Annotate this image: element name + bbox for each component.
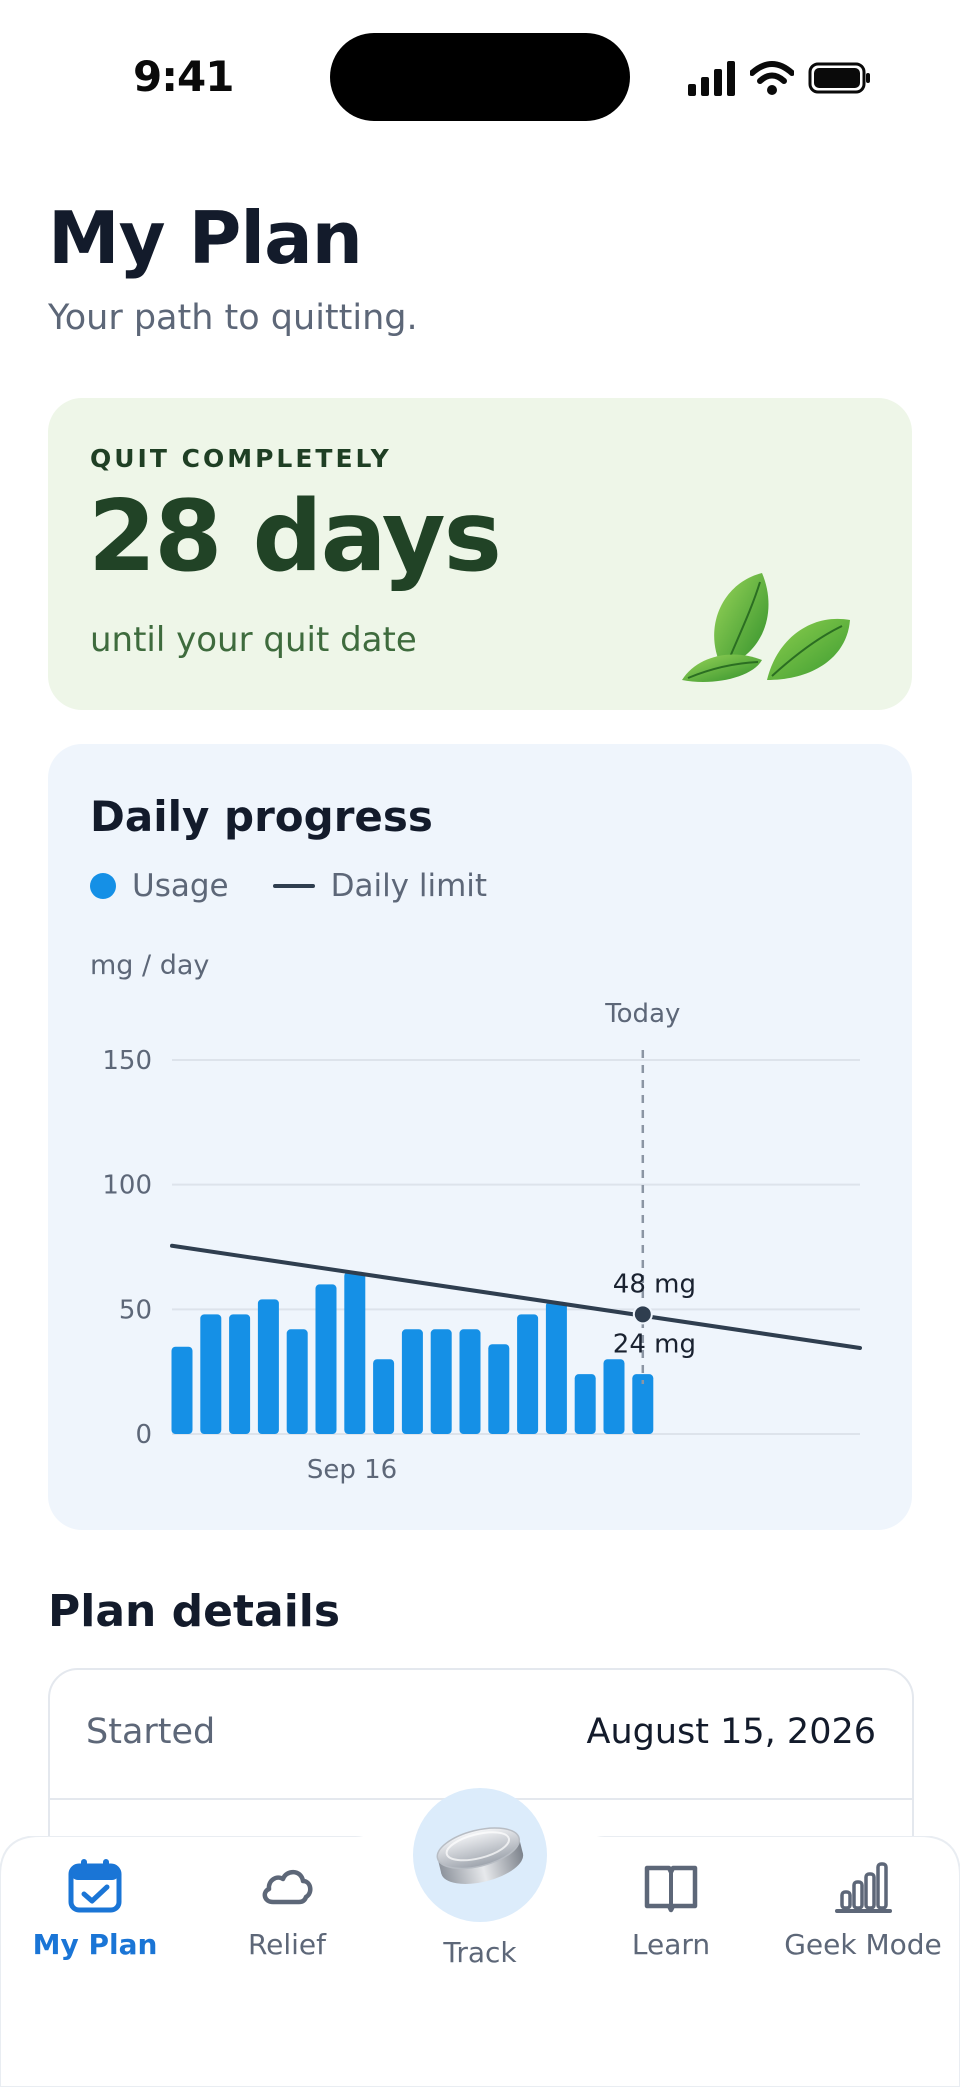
x-tick-label: Sep 16 <box>307 1455 397 1485</box>
status-icons <box>688 58 872 98</box>
legend-usage-swatch <box>90 873 116 899</box>
detail-row-started[interactable]: Started August 15, 2026 <box>50 1670 912 1800</box>
progress-title: Daily progress <box>90 792 433 841</box>
tab-label: Geek Mode <box>784 1928 942 1961</box>
quit-eyebrow: QUIT COMPLETELY <box>90 444 392 473</box>
legend-usage-label: Usage <box>132 868 229 904</box>
detail-value: August 15, 2026 <box>586 1712 876 1752</box>
today-limit-dot <box>632 1304 653 1325</box>
y-tick-label: 100 <box>102 1171 152 1201</box>
usage-bar <box>286 1329 308 1434</box>
page-title: My Plan <box>48 196 363 280</box>
battery-icon <box>808 62 870 94</box>
track-button[interactable] <box>413 1788 547 1922</box>
usage-bar <box>200 1314 222 1434</box>
quit-caption: until your quit date <box>90 620 417 660</box>
daily-progress-chart[interactable]: 0 50 100 150 Sep 16 Today 48 mg 24 mg <box>48 744 912 1530</box>
detail-key: Started <box>86 1712 216 1752</box>
usage-bar <box>344 1271 366 1434</box>
legend-limit-swatch <box>272 884 315 888</box>
y-tick-label: 0 <box>135 1420 152 1450</box>
plan-details-title: Plan details <box>48 1586 341 1637</box>
tab-my-plan[interactable]: My Plan <box>0 1856 190 1961</box>
usage-bar <box>315 1284 337 1434</box>
tab-relief[interactable]: Relief <box>192 1856 382 1961</box>
legend-limit-label: Daily limit <box>330 868 488 904</box>
tab-track-label[interactable]: Track <box>385 1936 575 1969</box>
tab-bar: My Plan Relief Track Learn Geek Mode <box>0 1788 960 2087</box>
calendar-check-icon <box>68 1859 122 1913</box>
usage-bar <box>171 1346 193 1434</box>
quit-days-count: 28 days <box>88 480 502 594</box>
status-bar: 9:41 <box>0 0 960 150</box>
usage-bar <box>401 1329 423 1434</box>
usage-bar <box>373 1359 395 1434</box>
y-tick-label: 50 <box>119 1295 152 1325</box>
y-tick-label: 150 <box>102 1046 152 1076</box>
tab-label: Relief <box>247 1928 327 1961</box>
dynamic-island <box>330 33 630 121</box>
quit-countdown-card[interactable]: QUIT COMPLETELY 28 days until your quit … <box>48 398 912 710</box>
tab-learn[interactable]: Learn <box>576 1856 766 1961</box>
usage-bar <box>603 1359 625 1434</box>
today-label: Today <box>604 999 680 1029</box>
usage-value-label: 24 mg <box>613 1329 696 1359</box>
book-icon <box>644 1865 698 1913</box>
tab-geek-mode[interactable]: Geek Mode <box>768 1856 958 1961</box>
usage-bar <box>459 1329 481 1434</box>
daily-progress-card: 0 50 100 150 Sep 16 Today 48 mg 24 mg Daily pro… <box>48 744 912 1530</box>
chart-legend: Usage Daily limit <box>90 868 487 904</box>
usage-bar <box>257 1299 279 1434</box>
bar-chart-icon <box>835 1862 892 1913</box>
page-subtitle: Your path to quitting. <box>48 298 418 338</box>
usage-bar <box>488 1344 510 1434</box>
usage-bar <box>517 1314 539 1434</box>
tab-label: Learn <box>631 1928 711 1961</box>
status-time: 9:41 <box>133 52 234 101</box>
usage-bar <box>545 1301 567 1434</box>
leaves-icon <box>682 573 850 682</box>
cellular-signal-icon <box>688 61 735 96</box>
usage-bar <box>574 1374 596 1434</box>
pouch-tin-icon <box>436 1827 524 1884</box>
cloud-icon <box>262 1869 313 1905</box>
tab-label: My Plan <box>32 1928 158 1961</box>
usage-bar <box>229 1314 251 1434</box>
usage-bar <box>430 1329 452 1434</box>
wifi-icon <box>750 61 794 95</box>
chart-unit-label: mg / day <box>90 950 210 981</box>
limit-value-label: 48 mg <box>613 1269 696 1299</box>
